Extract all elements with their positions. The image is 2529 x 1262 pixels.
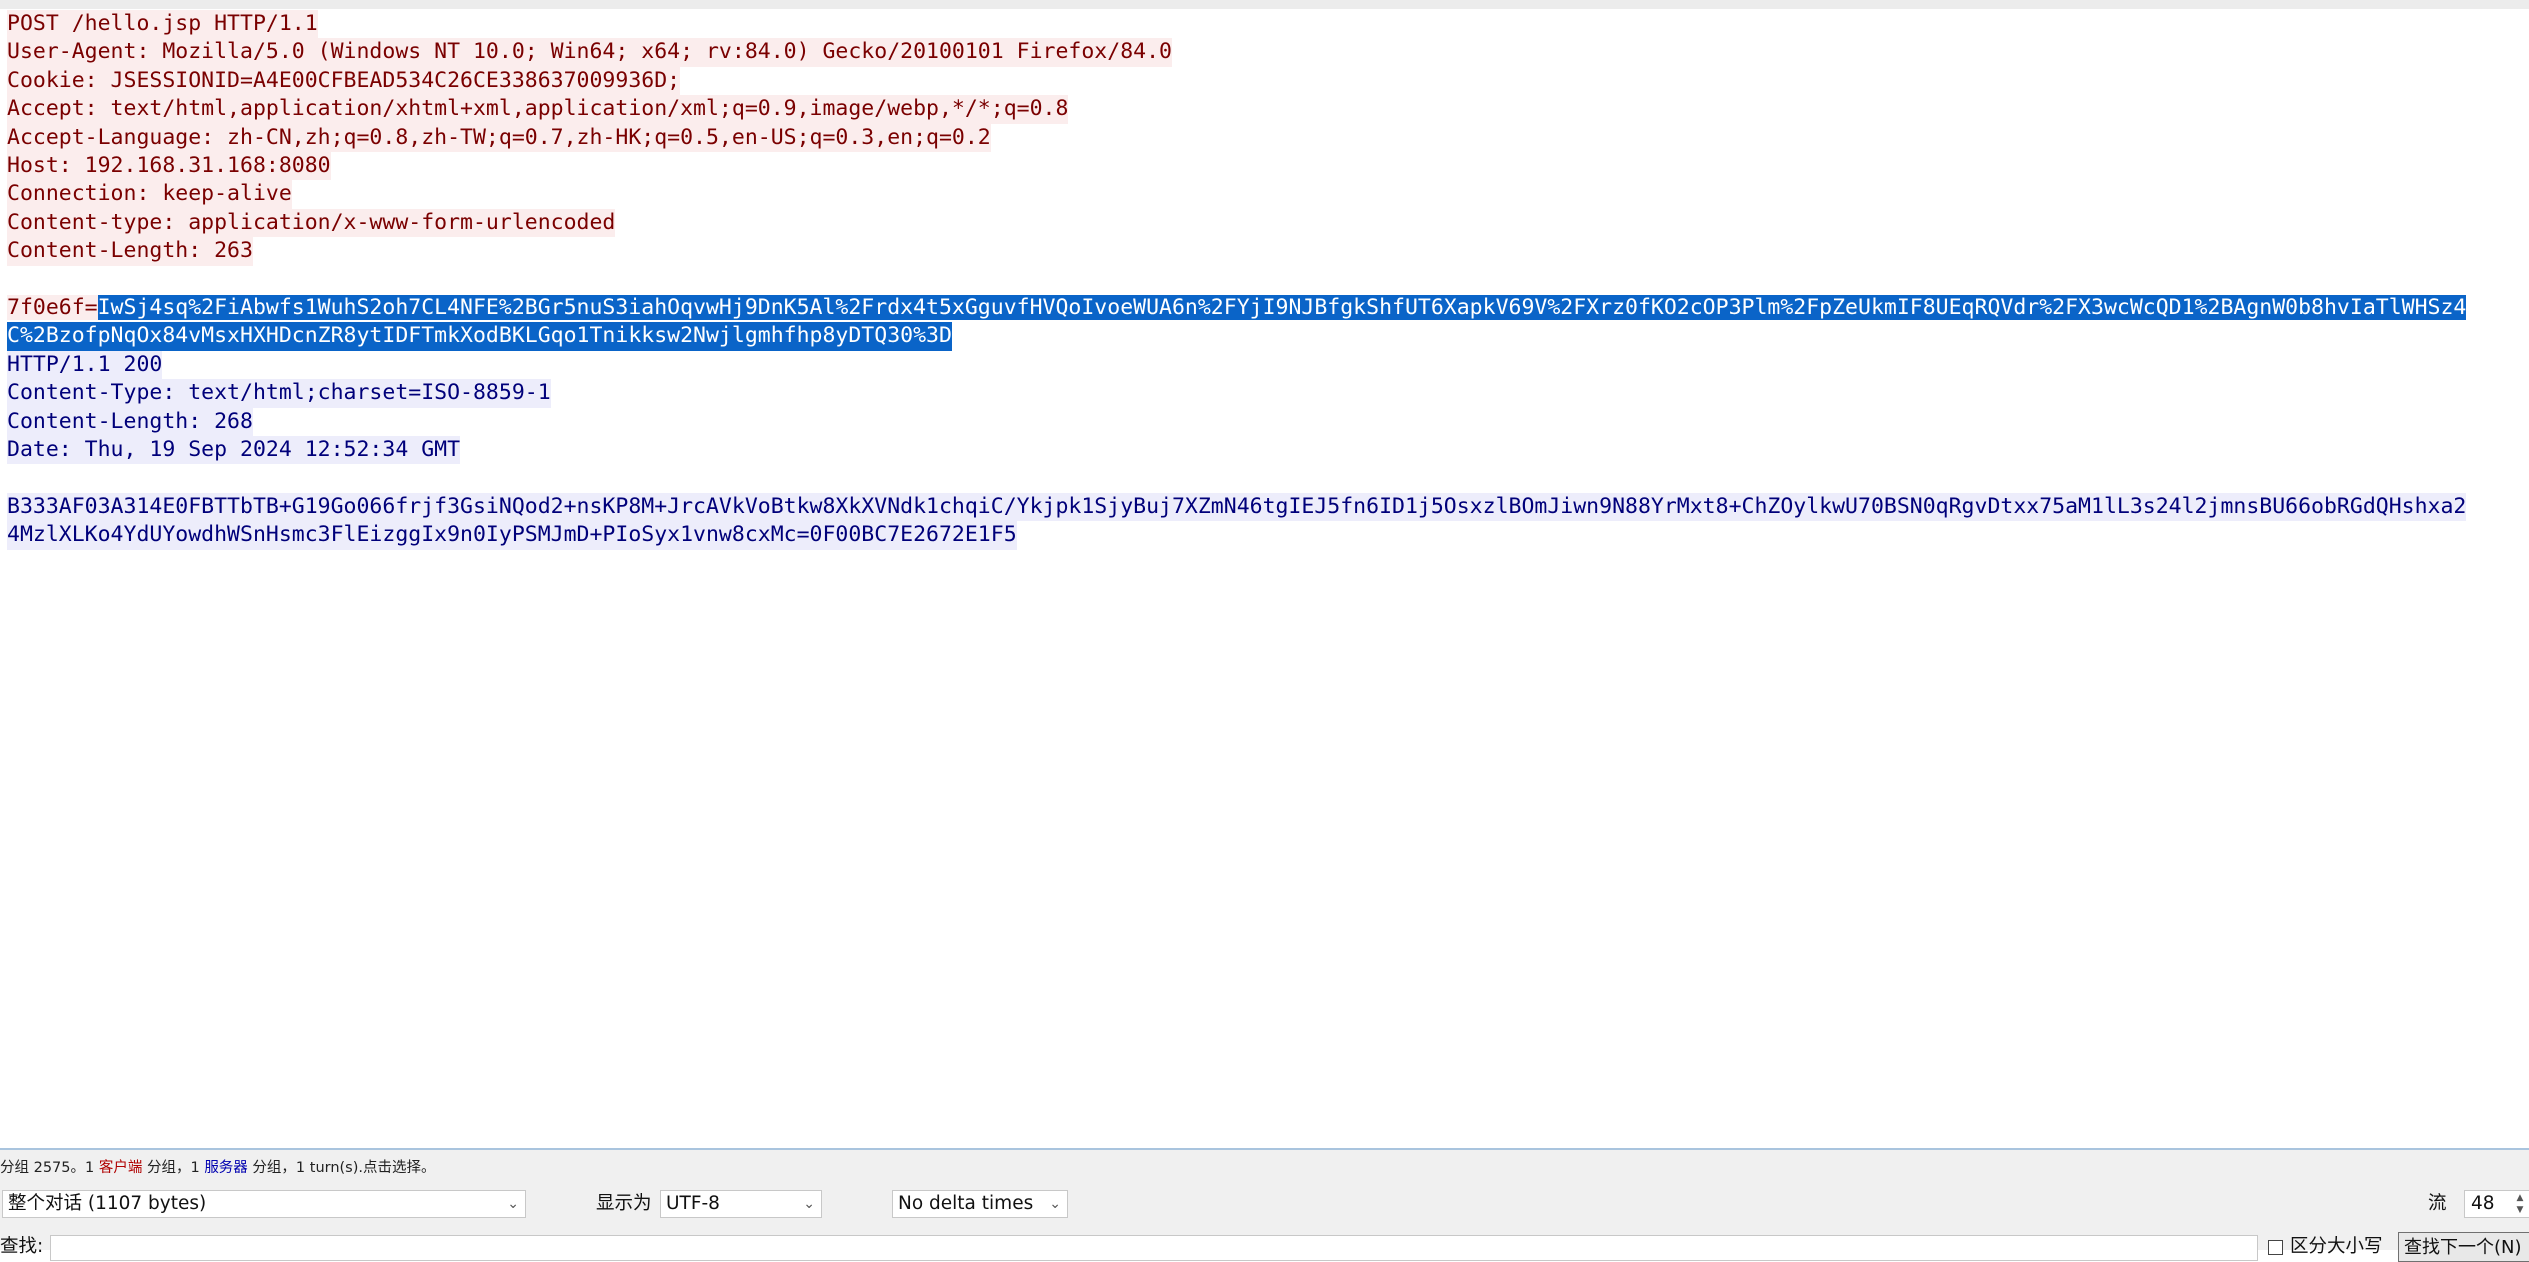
encoding-select-value: UTF-8 xyxy=(666,1193,720,1214)
header-user-agent: User-Agent: Mozilla/5.0 (Windows NT 10.0… xyxy=(7,38,1172,67)
request-body-key: 7f0e6f= xyxy=(7,295,98,320)
response-header-content-length: Content-Length: 268 xyxy=(7,407,253,436)
request-body-selected[interactable]: IwSj4sq%2FiAbwfs1WuhS2oh7CL4NFE%2BGr5nuS… xyxy=(97,295,2467,320)
stream-number-value: 48 xyxy=(2471,1193,2495,1214)
header-content-type: Content-type: application/x-www-form-url… xyxy=(7,208,616,238)
show-as-label: 显示为 xyxy=(596,1193,652,1214)
controls-bar: 整个对话 (1107 bytes) ⌄ 显示为 UTF-8 ⌄ No delta… xyxy=(0,1186,2529,1262)
request-body-selected-continued[interactable]: C%2BzofpNqOx84vMsxHXHDcnZR8ytIDFTmkXodBK… xyxy=(7,322,952,351)
conversation-select[interactable]: 整个对话 (1107 bytes) ⌄ xyxy=(2,1190,526,1218)
status-text-2: 分组，1 xyxy=(142,1160,205,1176)
header-content-length: Content-Length: 263 xyxy=(7,237,253,266)
case-sensitive-checkbox[interactable] xyxy=(2268,1240,2283,1255)
stream-label: 流 xyxy=(2428,1193,2447,1214)
header-connection: Connection: keep-alive xyxy=(7,180,292,209)
top-border xyxy=(0,0,2529,9)
header-accept-language: Accept-Language: zh-CN,zh;q=0.8,zh-TW;q=… xyxy=(7,123,991,152)
delta-times-select-value: No delta times xyxy=(898,1193,1034,1214)
response-header-date: Date: Thu, 19 Sep 2024 12:52:34 GMT xyxy=(7,436,461,465)
request-line: POST /hello.jsp HTTP/1.1 xyxy=(7,10,318,39)
response-body: B333AF03A314E0FBTTbTB+G19Go066frjf3GsiNQ… xyxy=(7,492,2467,522)
status-text-3: 分组，1 turn(s).点击选择。 xyxy=(247,1160,436,1176)
case-sensitive-label: 区分大小写 xyxy=(2290,1236,2383,1257)
status-text-1: 分组 2575。1 xyxy=(0,1160,99,1176)
status-client-label: 客户端 xyxy=(98,1160,143,1176)
stream-number-spinbox[interactable]: 48 ▲ ▼ xyxy=(2464,1190,2529,1218)
request-body-line: 7f0e6f=IwSj4sq%2FiAbwfs1WuhS2oh7CL4NFE%2… xyxy=(7,294,2467,322)
response-status-line: HTTP/1.1 200 xyxy=(7,350,163,380)
stream-content-pane[interactable]: POST /hello.jsp HTTP/1.1 User-Agent: Moz… xyxy=(0,10,2529,1148)
delta-times-select[interactable]: No delta times ⌄ xyxy=(892,1190,1068,1218)
chevron-down-icon: ⌄ xyxy=(507,1196,519,1212)
status-server-label: 服务器 xyxy=(204,1160,248,1176)
find-next-button[interactable]: 查找下一个(N) xyxy=(2398,1232,2529,1262)
conversation-select-value: 整个对话 (1107 bytes) xyxy=(8,1193,207,1214)
status-bar[interactable]: 分组 2575。1 客户端 分组，1 服务器 分组，1 turn(s).点击选择… xyxy=(0,1150,2529,1186)
spin-arrows-icon[interactable]: ▲ ▼ xyxy=(2513,1192,2527,1216)
response-body-continued: 4MzlXLKo4YdUYowdhWSnHsmc3FlEizggIx9n0IyP… xyxy=(7,521,1017,550)
response-header-content-type: Content-Type: text/html;charset=ISO-8859… xyxy=(7,379,551,408)
chevron-down-icon: ⌄ xyxy=(1049,1196,1061,1212)
header-accept: Accept: text/html,application/xhtml+xml,… xyxy=(7,95,1069,124)
chevron-down-icon: ⌄ xyxy=(803,1196,815,1212)
encoding-select[interactable]: UTF-8 ⌄ xyxy=(660,1190,822,1218)
find-input[interactable] xyxy=(50,1235,2258,1261)
header-host: Host: 192.168.31.168:8080 xyxy=(7,152,331,181)
header-cookie: Cookie: JSESSIONID=A4E00CFBEAD534C26CE33… xyxy=(7,66,681,96)
find-label: 查找: xyxy=(0,1236,44,1257)
